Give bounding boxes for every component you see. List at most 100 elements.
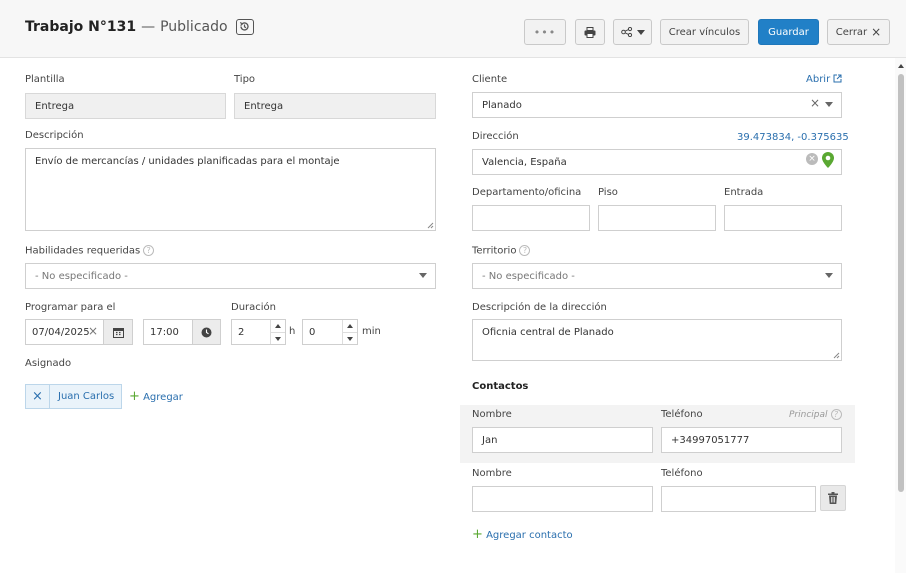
job-title: Trabajo N°131 [25, 19, 137, 35]
assignee-name: Juan Carlos [58, 391, 115, 402]
chevron-down-icon [825, 102, 833, 107]
chevron-up-icon [347, 324, 353, 328]
page-title: Trabajo N°131 — Publicado [25, 19, 254, 35]
skills-value: - No especificado - [35, 270, 128, 282]
skills-select[interactable]: - No especificado - [25, 263, 436, 289]
hours-stepper[interactable]: 2 [231, 319, 286, 345]
coordinates-link[interactable]: 39.473834, -0.375635 [737, 132, 849, 143]
contact-phone-label: Teléfono [661, 468, 703, 479]
contact-name-input[interactable]: Jan [472, 427, 653, 453]
territory-label-wrap: Territorio? [472, 245, 531, 257]
principal-label-wrap: Principal? [789, 409, 842, 420]
address-input[interactable]: Valencia, España [472, 149, 842, 175]
add-assignee-label: Agregar [143, 392, 183, 403]
map-pin-icon[interactable] [822, 152, 834, 168]
date-value: 07/04/2025 [32, 326, 90, 338]
calendar-button[interactable] [103, 320, 132, 344]
entrance-input[interactable] [724, 205, 842, 231]
type-label: Tipo [234, 74, 256, 85]
chevron-up-icon [275, 324, 281, 328]
clock-icon [201, 327, 212, 337]
assigned-label: Asignado [25, 358, 72, 369]
hours-unit: h [289, 326, 296, 337]
clear-date-icon[interactable]: × [88, 324, 98, 338]
territory-label: Territorio [472, 245, 517, 257]
help-icon[interactable]: ? [519, 245, 531, 256]
contact-phone-input[interactable] [661, 486, 816, 512]
time-picker-button[interactable] [192, 320, 220, 344]
client-value: Planado [482, 99, 522, 111]
clear-address-icon[interactable]: × [806, 153, 818, 165]
history-icon[interactable] [235, 19, 254, 35]
delete-contact-button[interactable] [820, 485, 846, 511]
contact-phone-input[interactable]: +34997051777 [661, 427, 842, 453]
department-input[interactable] [472, 205, 590, 231]
contact-name-label: Nombre [472, 468, 512, 479]
minutes-spinner[interactable] [342, 320, 357, 344]
floor-input[interactable] [598, 205, 716, 231]
title-separator: — [141, 19, 156, 35]
assignee-chip: × Juan Carlos [25, 384, 122, 409]
create-links-button[interactable]: Crear vínculos [660, 19, 749, 45]
more-icon: ••• [533, 25, 557, 39]
chevron-down-icon [347, 336, 353, 341]
print-button[interactable] [575, 19, 605, 45]
plus-icon: + [472, 527, 483, 542]
resize-handle-icon[interactable] [427, 222, 434, 229]
territory-value: - No especificado - [482, 270, 575, 282]
address-description-label: Descripción de la dirección [472, 302, 607, 313]
help-icon[interactable]: ? [830, 409, 842, 420]
open-client-link[interactable]: Abrir [806, 74, 842, 85]
time-value: 17:00 [150, 326, 179, 338]
external-link-icon [833, 74, 842, 83]
calendar-icon [112, 327, 124, 338]
minutes-value: 0 [309, 326, 316, 338]
territory-select[interactable]: - No especificado - [472, 263, 842, 289]
clear-client-icon[interactable]: × [810, 96, 820, 110]
remove-assignee-icon[interactable]: × [26, 385, 50, 408]
chevron-down-icon [275, 336, 281, 341]
address-label: Dirección [472, 131, 519, 142]
help-icon[interactable]: ? [143, 245, 155, 256]
hours-value: 2 [238, 326, 245, 338]
scroll-up-icon[interactable] [898, 64, 904, 68]
contacts-heading: Contactos [472, 381, 529, 392]
duration-label: Duración [231, 302, 277, 313]
close-icon: × [871, 25, 882, 39]
close-button[interactable]: Cerrar × [827, 19, 890, 45]
save-button[interactable]: Guardar [758, 19, 819, 45]
job-status: Publicado [160, 19, 228, 35]
type-field: Entrega [234, 93, 436, 119]
add-contact-label: Agregar contacto [486, 530, 573, 541]
description-textarea[interactable]: Envío de mercancías / unidades planifica… [25, 148, 436, 231]
close-button-label: Cerrar [835, 26, 868, 38]
hours-spinner[interactable] [270, 320, 285, 344]
client-select[interactable]: Planado [472, 92, 842, 118]
minutes-stepper[interactable]: 0 [302, 319, 358, 345]
add-contact-link[interactable]: + Agregar contacto [472, 527, 573, 542]
contact-phone-label: Teléfono [661, 409, 703, 420]
add-assignee-link[interactable]: + Agregar [129, 389, 183, 404]
client-label: Cliente [472, 74, 508, 85]
share-button[interactable] [613, 19, 652, 45]
minutes-unit: min [362, 326, 381, 337]
more-button[interactable]: ••• [524, 19, 566, 45]
floor-label: Piso [598, 187, 618, 198]
open-client-label: Abrir [806, 74, 831, 85]
description-label: Descripción [25, 130, 84, 141]
scrollbar-thumb[interactable] [898, 74, 904, 492]
address-description-textarea[interactable]: Oficnia central de Planado [472, 319, 842, 361]
template-label: Plantilla [25, 74, 65, 85]
resize-handle-icon[interactable] [833, 352, 840, 359]
schedule-label: Programar para el [25, 302, 116, 313]
chevron-down-icon [825, 273, 833, 278]
skills-label-wrap: Habilidades requeridas? [25, 245, 155, 257]
trash-icon [828, 492, 838, 504]
contact-name-input[interactable] [472, 486, 653, 512]
address-value: Valencia, España [482, 156, 567, 168]
chevron-down-icon [636, 29, 645, 35]
share-icon [620, 27, 632, 37]
department-label: Departamento/oficina [472, 187, 582, 198]
printer-icon [584, 26, 596, 38]
template-field: Entrega [25, 93, 226, 119]
